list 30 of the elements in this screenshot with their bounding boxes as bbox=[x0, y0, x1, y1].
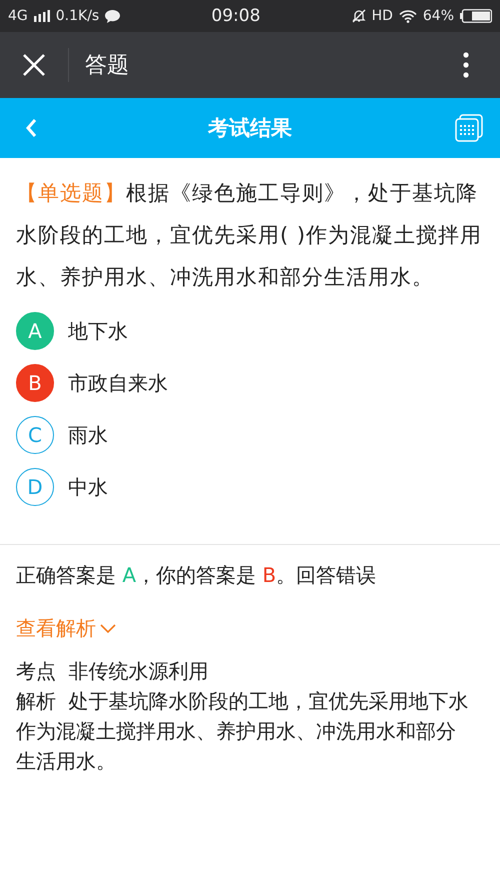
more-icon bbox=[463, 52, 469, 78]
app-title: 答题 bbox=[85, 52, 130, 80]
battery-icon bbox=[460, 9, 492, 23]
option-letter[interactable]: A bbox=[16, 312, 54, 350]
option-letter[interactable]: B bbox=[16, 364, 54, 402]
battery-percent: 64% bbox=[422, 8, 454, 24]
chevron-icon bbox=[100, 624, 116, 634]
option-letter[interactable]: D bbox=[16, 468, 54, 506]
option-text: 雨水 bbox=[68, 422, 108, 448]
option-text: 市政自来水 bbox=[68, 370, 168, 396]
clock: 09:08 bbox=[211, 6, 260, 26]
network-type: 4G bbox=[8, 8, 28, 24]
grid-cards-icon bbox=[455, 114, 483, 142]
network-speed: 0.1K/s bbox=[56, 8, 100, 24]
option-text: 中水 bbox=[68, 474, 108, 500]
option-text: 地下水 bbox=[68, 318, 128, 344]
muted-bell-icon bbox=[352, 9, 366, 23]
chat-bubble-icon bbox=[105, 10, 120, 22]
analysis-text: 解析 处于基坑降水阶段的工地，宜优先采用地下水作为混凝土搅拌用水、养护用水、冲洗用水和部分生活用水。 bbox=[16, 688, 470, 775]
close-icon bbox=[22, 53, 46, 77]
question-text: 【单选题】根据《绿色施工导则》，处于基坑降水阶段的工地，宜优先采用( )作为混凝土搅拌用水、养护用水、冲洗用水和部分生活用水。 bbox=[16, 180, 484, 291]
analysis-text: 考点 非传统水源利用 bbox=[16, 658, 210, 685]
wifi-icon bbox=[398, 10, 417, 22]
signal-icon bbox=[34, 10, 50, 22]
view-analysis-toggle[interactable]: 查看解析 bbox=[16, 615, 116, 642]
answer-result: 正确答案是 A，你的答案是 B。回答错误 bbox=[16, 562, 378, 589]
back-icon bbox=[25, 118, 37, 138]
hd-indicator: HD bbox=[372, 8, 393, 24]
page-title: 考试结果 bbox=[206, 115, 293, 142]
option-letter[interactable]: C bbox=[16, 416, 54, 454]
